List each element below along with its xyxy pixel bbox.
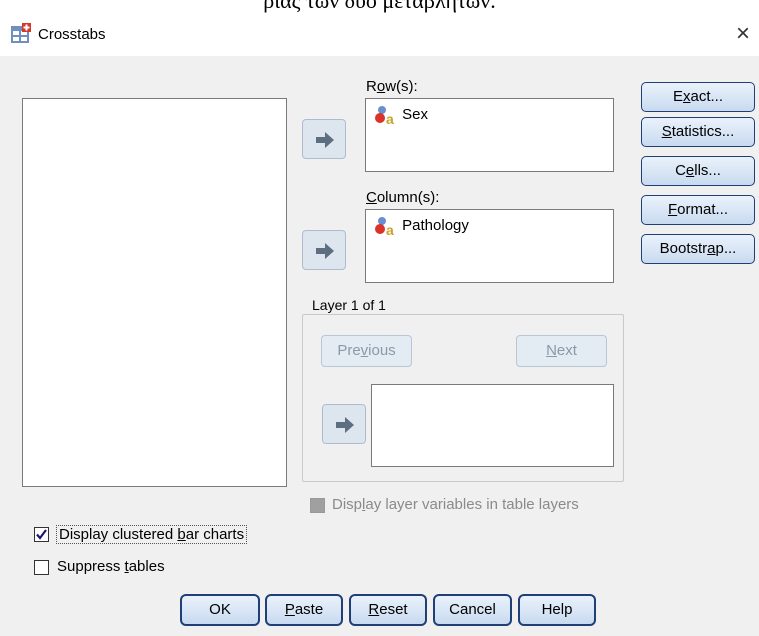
document-overlay-text: ριας των δύο μεταβλητών. <box>263 0 496 13</box>
help-button[interactable]: Help <box>518 594 596 626</box>
right-arrow-icon <box>336 417 354 433</box>
display-layer-variables-label: Display layer variables in table layers <box>332 496 579 513</box>
layer-list[interactable] <box>371 384 614 467</box>
move-to-layer-button[interactable] <box>322 404 366 444</box>
reset-button[interactable]: Reset <box>349 594 427 626</box>
statistics-button[interactable]: Statistics... <box>641 117 755 147</box>
source-variable-list[interactable] <box>22 98 287 487</box>
svg-text:a: a <box>386 222 394 236</box>
clustered-bar-charts-label: Display clustered bar charts <box>56 525 248 544</box>
layer-legend: Layer 1 of 1 <box>310 297 388 313</box>
rows-item-label: Sex <box>402 105 429 123</box>
cells-button[interactable]: Cells... <box>641 156 755 186</box>
clustered-bar-charts-checkbox[interactable] <box>34 527 49 542</box>
window-title: Crosstabs <box>38 26 106 43</box>
title-bar: Crosstabs × <box>0 14 759 56</box>
close-icon[interactable]: × <box>728 20 758 48</box>
suppress-tables-checkbox[interactable] <box>34 560 49 575</box>
crosstabs-dialog: Row(s): a Sex Column(s): a Pathology Lay… <box>0 56 759 636</box>
exact-button[interactable]: Exact... <box>641 82 755 112</box>
move-to-columns-button[interactable] <box>302 230 346 270</box>
nominal-variable-icon: a <box>374 105 398 127</box>
cancel-button[interactable]: Cancel <box>433 594 512 626</box>
format-button[interactable]: Format... <box>641 195 755 225</box>
rows-list[interactable]: a Sex <box>365 98 614 172</box>
move-to-rows-button[interactable] <box>302 119 346 159</box>
right-arrow-icon <box>316 243 334 259</box>
ok-button[interactable]: OK <box>180 594 260 626</box>
bootstrap-button[interactable]: Bootstrap... <box>641 234 755 264</box>
paste-button[interactable]: Paste <box>265 594 343 626</box>
crosstabs-app-icon <box>11 23 31 43</box>
columns-label: Column(s): <box>366 189 440 206</box>
columns-list[interactable]: a Pathology <box>365 209 614 283</box>
columns-item-label: Pathology <box>402 216 469 234</box>
display-layer-variables-checkbox[interactable] <box>310 498 325 513</box>
list-item[interactable]: a Sex <box>374 105 429 127</box>
checkmark-icon <box>36 529 47 540</box>
next-layer-button[interactable]: Next <box>516 335 607 367</box>
right-arrow-icon <box>316 132 334 148</box>
suppress-tables-label: Suppress tables <box>57 558 165 575</box>
list-item[interactable]: a Pathology <box>374 216 469 238</box>
svg-text:a: a <box>386 111 394 125</box>
previous-layer-button[interactable]: Previous <box>321 335 412 367</box>
nominal-variable-icon: a <box>374 216 398 238</box>
rows-label: Row(s): <box>366 78 418 95</box>
